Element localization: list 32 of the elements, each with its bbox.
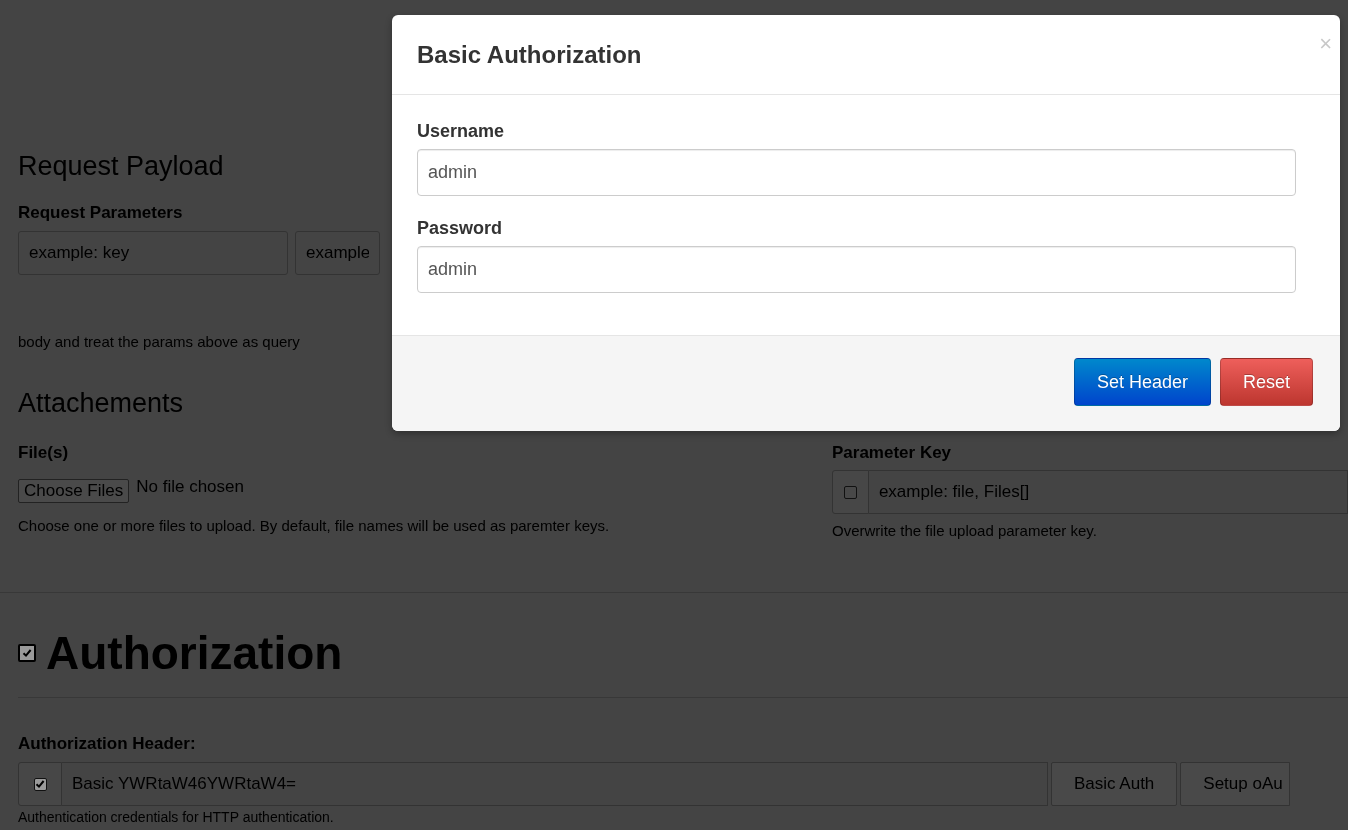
choose-files-button[interactable]: Choose Files: [18, 479, 130, 503]
help-text: Authentication credentials for HTTP authentication.: [18, 808, 334, 826]
help-text: Overwrite the file upload parameter key.: [832, 522, 1097, 540]
field-label: Password: [417, 218, 504, 238]
close-button[interactable]: ×: [1319, 33, 1332, 55]
section-heading: Authorization: [46, 627, 343, 679]
parameter-key-input[interactable]: example: file, Files[]: [868, 470, 1348, 514]
section-heading: Request Payload: [18, 150, 224, 182]
field-label: Request Parameters: [18, 203, 183, 223]
reset-button[interactable]: Reset: [1219, 358, 1313, 406]
checkbox[interactable]: [18, 644, 36, 662]
field-label: Parameter Key: [832, 443, 952, 463]
field-label: Username: [417, 121, 506, 141]
checkbox[interactable]: [843, 485, 857, 499]
check-icon: [22, 648, 32, 658]
key-input[interactable]: example: key: [18, 231, 288, 275]
section-heading: Attachements: [18, 387, 184, 419]
field-label: File(s): [18, 443, 69, 463]
basic-auth-button[interactable]: Basic Auth: [1051, 762, 1178, 806]
file-status-text: No file chosen: [136, 477, 244, 497]
field-label: Authorization Header:: [18, 734, 196, 754]
help-text: Choose one or more files to upload. By default, file names will be used as paremter keys.: [18, 517, 610, 535]
checkbox[interactable]: [33, 777, 47, 791]
setup-button[interactable]: Setup oAu: [1180, 762, 1290, 806]
check-icon: [35, 779, 45, 789]
dialog-title: Basic Authorization: [417, 40, 642, 69]
password-input[interactable]: admin: [417, 246, 1296, 293]
set-header-button[interactable]: Set Header: [1073, 358, 1211, 406]
username-input[interactable]: admin: [417, 149, 1296, 196]
value-input[interactable]: example: [295, 231, 380, 275]
help-text: body and treat the params above as query: [18, 333, 300, 351]
authorization-header-input[interactable]: Basic YWRtaW46YWRtaW4=: [62, 762, 1048, 806]
